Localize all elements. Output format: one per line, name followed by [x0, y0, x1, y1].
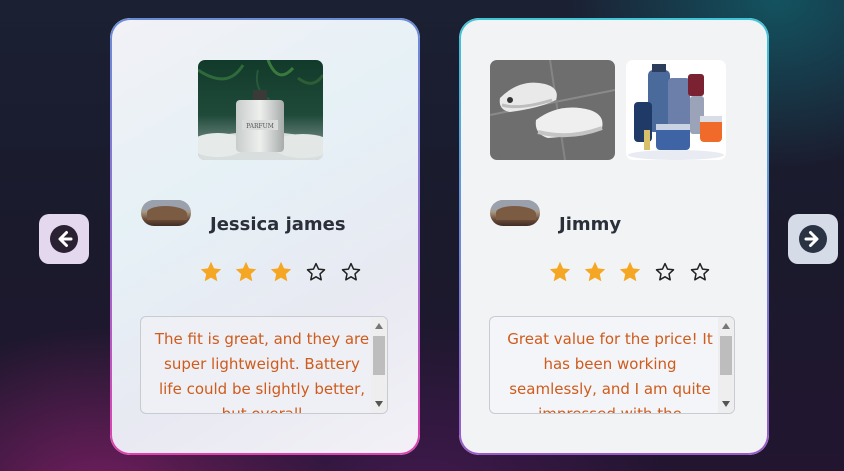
star-filled-icon	[270, 261, 292, 282]
review-card: Jimmy Great value for the price! It has …	[459, 18, 769, 455]
avatar	[490, 200, 540, 226]
product-image-cosmetics	[626, 60, 726, 160]
star-rating	[548, 260, 712, 284]
reviewer-name: Jimmy	[559, 214, 622, 235]
review-card: PARFUM Jessica james The fit is great, a…	[110, 18, 420, 455]
previous-review-button[interactable]	[39, 214, 89, 264]
review-text: Great value for the price! It has been w…	[507, 330, 713, 414]
star-outline-icon	[306, 262, 326, 281]
scroll-down-icon[interactable]	[375, 401, 383, 407]
scroll-up-icon[interactable]	[722, 323, 730, 329]
scroll-up-icon[interactable]	[375, 323, 383, 329]
scroll-down-icon[interactable]	[722, 401, 730, 407]
arrow-left-circle-icon	[50, 225, 78, 253]
next-review-button[interactable]	[788, 214, 838, 264]
reviewer-name: Jessica james	[210, 214, 346, 235]
star-rating	[199, 260, 363, 284]
star-filled-icon	[619, 261, 641, 282]
star-outline-icon	[341, 262, 361, 281]
scroll-thumb[interactable]	[720, 336, 732, 375]
scroll-thumb[interactable]	[373, 336, 385, 375]
star-outline-icon	[655, 262, 675, 281]
review-text-box[interactable]: Great value for the price! It has been w…	[489, 316, 735, 414]
review-text: The fit is great, and they are super lig…	[154, 330, 370, 414]
star-filled-icon	[235, 261, 257, 282]
review-scrollbar[interactable]	[718, 317, 734, 413]
review-text-box[interactable]: The fit is great, and they are super lig…	[140, 316, 388, 414]
product-image-sneakers	[490, 60, 615, 160]
arrow-right-circle-icon	[799, 225, 827, 253]
star-filled-icon	[200, 261, 222, 282]
product-image-perfume: PARFUM	[198, 60, 323, 160]
svg-text:PARFUM: PARFUM	[246, 123, 274, 130]
star-outline-icon	[690, 262, 710, 281]
review-scrollbar[interactable]	[371, 317, 387, 413]
avatar	[141, 200, 191, 226]
star-filled-icon	[549, 261, 571, 282]
star-filled-icon	[584, 261, 606, 282]
